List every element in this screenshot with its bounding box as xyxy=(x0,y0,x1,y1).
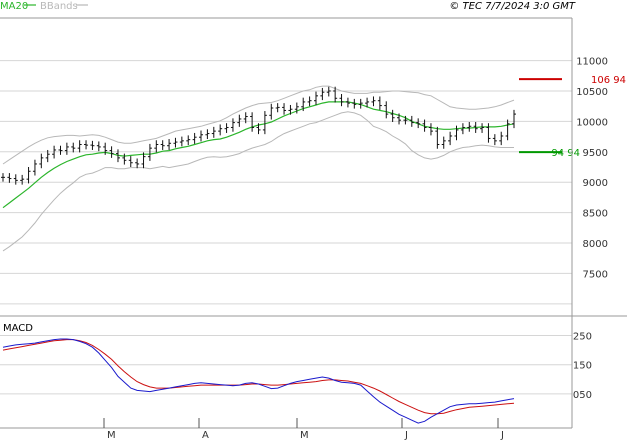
price-y-tick-label: 8000 xyxy=(583,239,608,250)
copyright-text: © TEC 7/7/2024 3:0 GMT xyxy=(449,1,576,12)
resistance-label: 106 94 xyxy=(591,75,626,86)
macd-y-axis-ticks: 250 150 050 xyxy=(573,332,592,401)
macd-label: MACD xyxy=(3,323,33,334)
macd-y-tick-label: 250 xyxy=(573,332,592,343)
x-tick-label: M xyxy=(107,430,116,440)
price-y-tick-label: 9000 xyxy=(583,178,608,189)
x-tick-label: J xyxy=(500,430,504,440)
legend-ma20-label: MA20 xyxy=(0,1,28,12)
x-tick-label: A xyxy=(202,430,209,440)
price-y-tick-label: 10500 xyxy=(576,87,608,98)
macd-y-tick-label: 150 xyxy=(573,361,592,372)
x-tick-label: J xyxy=(404,430,408,440)
chart-stage: MA20 BBands © TEC 7/7/2024 3:0 GMT 11000… xyxy=(0,0,627,441)
x-tick-label: M xyxy=(300,430,309,440)
price-y-tick-label: 10000 xyxy=(576,117,608,128)
macd-y-tick-label: 050 xyxy=(573,390,592,401)
chart-background xyxy=(0,0,627,440)
price-y-tick-label: 11000 xyxy=(576,57,608,68)
stock-chart: MA20 BBands © TEC 7/7/2024 3:0 GMT 11000… xyxy=(0,0,627,441)
support-label: 94 94 xyxy=(551,148,580,159)
legend-bbands-label: BBands xyxy=(40,1,78,12)
price-y-tick-label: 7500 xyxy=(583,269,608,280)
price-y-tick-label: 9500 xyxy=(583,148,608,159)
price-y-tick-label: 8500 xyxy=(583,209,608,220)
